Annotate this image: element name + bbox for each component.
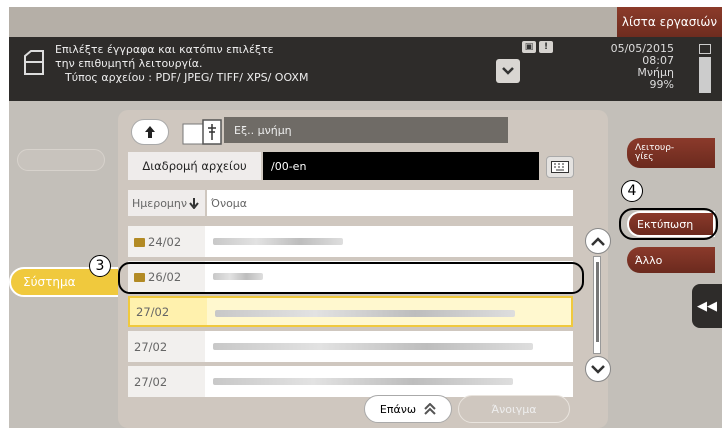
sort-by-date-button[interactable]: Ημερομην	[128, 190, 205, 216]
memory-gauge	[699, 57, 711, 93]
warning-icon: !	[539, 41, 553, 53]
scroll-up-button[interactable]	[585, 228, 611, 254]
instruction-line-2: την επιθυμητή λειτουργία.	[55, 57, 203, 70]
up-arrow-icon	[145, 126, 155, 138]
callout-number-3: 3	[89, 255, 111, 277]
other-button[interactable]: Άλλο	[627, 247, 715, 273]
blurred-filename	[213, 343, 533, 350]
disabled-left-button	[17, 149, 105, 171]
collapse-panel-button[interactable]: ◀◀	[692, 284, 722, 328]
callout-number-4: 4	[621, 180, 643, 202]
file-type-text: Τύπος αρχείου : PDF/ JPEG/ TIFF/ XPS/ OO…	[65, 71, 309, 84]
folder-icon	[134, 238, 145, 247]
top-strip	[9, 7, 722, 37]
document-icon	[24, 50, 44, 75]
sort-down-arrow-icon	[189, 197, 199, 209]
list-item-name	[205, 331, 573, 362]
double-left-arrow-icon: ◀◀	[697, 298, 717, 314]
job-list-button[interactable]: λίστα εργασιών	[617, 7, 722, 37]
date-time: 05/05/2015 08:07 Μνήμη 99%	[611, 43, 674, 91]
folder-up-button[interactable]	[131, 119, 169, 145]
chevron-down-icon	[591, 364, 605, 374]
date-text: 27/02	[134, 339, 168, 354]
list-item[interactable]: 27/02	[128, 366, 573, 397]
functions-button[interactable]: Λειτουρ- γίες	[627, 138, 715, 168]
chevron-up-icon	[591, 236, 605, 246]
list-item-date: 27/02	[128, 331, 205, 362]
blurred-filename	[215, 310, 515, 317]
scroll-down-button[interactable]	[585, 356, 611, 382]
date-text: 27/02	[136, 304, 170, 319]
file-path-label: Διαδρομή αρχείου	[128, 152, 261, 180]
instruction-line-1: Επιλέξτε έγγραφα και κατόπιν επιλέξτε	[55, 43, 274, 56]
up-double-arrow-icon	[424, 403, 436, 415]
callout-highlight-folder	[118, 262, 584, 294]
copier-screen: λίστα εργασιών Επιλέξτε έγγραφα και κατό…	[0, 0, 722, 435]
scrollbar-thumb[interactable]	[596, 262, 599, 342]
network-icon	[699, 44, 711, 54]
list-item-name	[205, 226, 573, 257]
usb-memory-icon	[182, 119, 222, 145]
list-item-date: 24/02	[128, 226, 205, 257]
file-path-field: /00-en	[263, 152, 539, 180]
open-button: Άνοιγμα	[458, 395, 570, 423]
printer-status-icon: ▣	[522, 41, 536, 53]
sort-date-label: Ημερομην	[132, 196, 188, 210]
date-text: 24/02	[148, 234, 182, 249]
file-list: 24/02 26/02 27/02 27/02 27/02	[128, 226, 573, 416]
expand-message-button[interactable]	[496, 59, 520, 83]
instruction-text: Επιλέξτε έγγραφα και κατόπιν επιλέξτε τη…	[55, 43, 308, 85]
memory-gauge-fill	[701, 59, 709, 91]
list-item[interactable]: 27/02	[128, 331, 573, 362]
chevron-down-icon	[502, 67, 514, 75]
callout-highlight-print	[619, 208, 718, 240]
top-button[interactable]: Επάνω	[364, 395, 452, 423]
keyboard-button[interactable]	[546, 156, 574, 178]
memory-value: 99%	[649, 78, 674, 91]
status-header: Επιλέξτε έγγραφα και κατόπιν επιλέξτε τη…	[9, 37, 722, 101]
list-item-name	[205, 366, 573, 397]
list-item-name	[207, 298, 571, 325]
blurred-filename	[213, 378, 513, 385]
top-label: Επάνω	[379, 402, 417, 416]
list-item[interactable]: 24/02	[128, 226, 573, 257]
list-item-selected[interactable]: 27/02	[128, 296, 573, 327]
list-item-date: 27/02	[130, 298, 207, 325]
storage-location-label: Εξ.. μνήμη	[224, 117, 508, 143]
sort-by-name-button[interactable]: Όνομα	[207, 190, 573, 216]
keyboard-icon	[551, 161, 569, 173]
blurred-filename	[213, 238, 343, 245]
date-text: 27/02	[134, 374, 168, 389]
list-item-date: 27/02	[128, 366, 205, 397]
